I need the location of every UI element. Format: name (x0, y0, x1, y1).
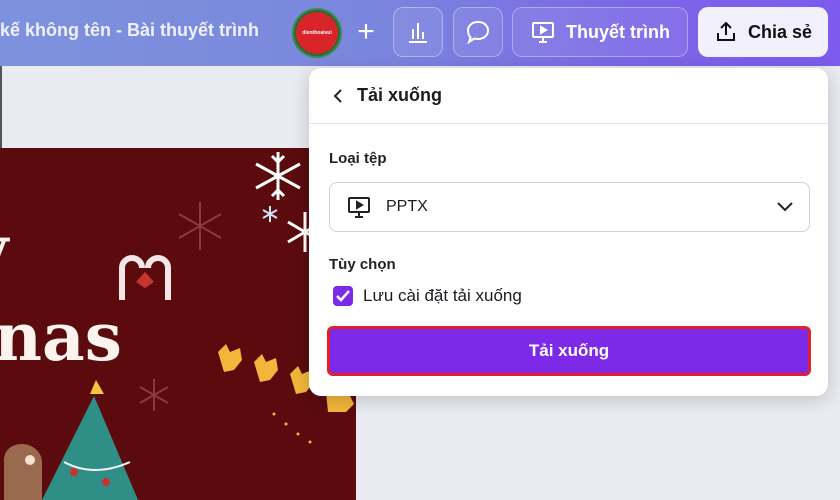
save-settings-checkbox[interactable] (333, 286, 353, 306)
candy-cane-icon (119, 255, 171, 300)
christmas-tree-icon (42, 380, 138, 500)
document-title[interactable]: kế không tên - Bài thuyết trình (0, 20, 259, 41)
file-type-value: PPTX (386, 198, 428, 215)
share-label: Chia sẻ (747, 21, 813, 42)
checkmark-icon (336, 290, 350, 302)
slide-title-fragment-top: y (0, 210, 8, 288)
insights-button[interactable] (393, 7, 443, 57)
gingerbread-icon (4, 444, 42, 500)
share-button[interactable]: Chia sẻ (698, 7, 828, 57)
snowflake-icon (262, 206, 278, 222)
bar-chart-icon (409, 23, 427, 43)
chevron-left-icon[interactable] (331, 88, 345, 103)
file-type-select[interactable]: PPTX (329, 182, 810, 232)
present-label: Thuyết trình (566, 21, 670, 42)
save-settings-option[interactable]: Lưu cài đặt tải xuống (333, 286, 522, 306)
upload-share-icon (716, 21, 735, 41)
download-panel-title: Tải xuống (357, 85, 442, 105)
present-button[interactable]: Thuyết trình (512, 7, 688, 57)
add-collaborator-button[interactable]: + (346, 7, 386, 57)
download-panel-header: Tải xuống (309, 68, 828, 124)
faint-snowflake-icon (178, 202, 222, 250)
options-label: Tùy chọn (329, 256, 396, 273)
slide-preview[interactable]: y nas (0, 148, 356, 500)
snowflake-icon (255, 152, 301, 200)
file-type-label: Loại tệp (329, 150, 387, 167)
avatar-logo: dienthoaivui (296, 12, 338, 54)
download-panel: Tải xuống Loại tệp PPTX Tùy chọn Lưu cài… (309, 68, 828, 396)
editor-topbar: kế không tên - Bài thuyết trình dienthoa… (0, 0, 840, 66)
avatar[interactable]: dienthoaivui (292, 8, 342, 58)
comment-button[interactable] (453, 7, 503, 57)
comment-icon (466, 20, 490, 45)
slide-title-fragment: nas (0, 298, 122, 376)
presentation-icon (348, 197, 370, 218)
presentation-icon (532, 22, 554, 43)
save-settings-label: Lưu cài đặt tải xuống (363, 286, 522, 305)
download-button[interactable]: Tải xuống (327, 326, 811, 376)
chevron-down-icon (777, 202, 793, 212)
